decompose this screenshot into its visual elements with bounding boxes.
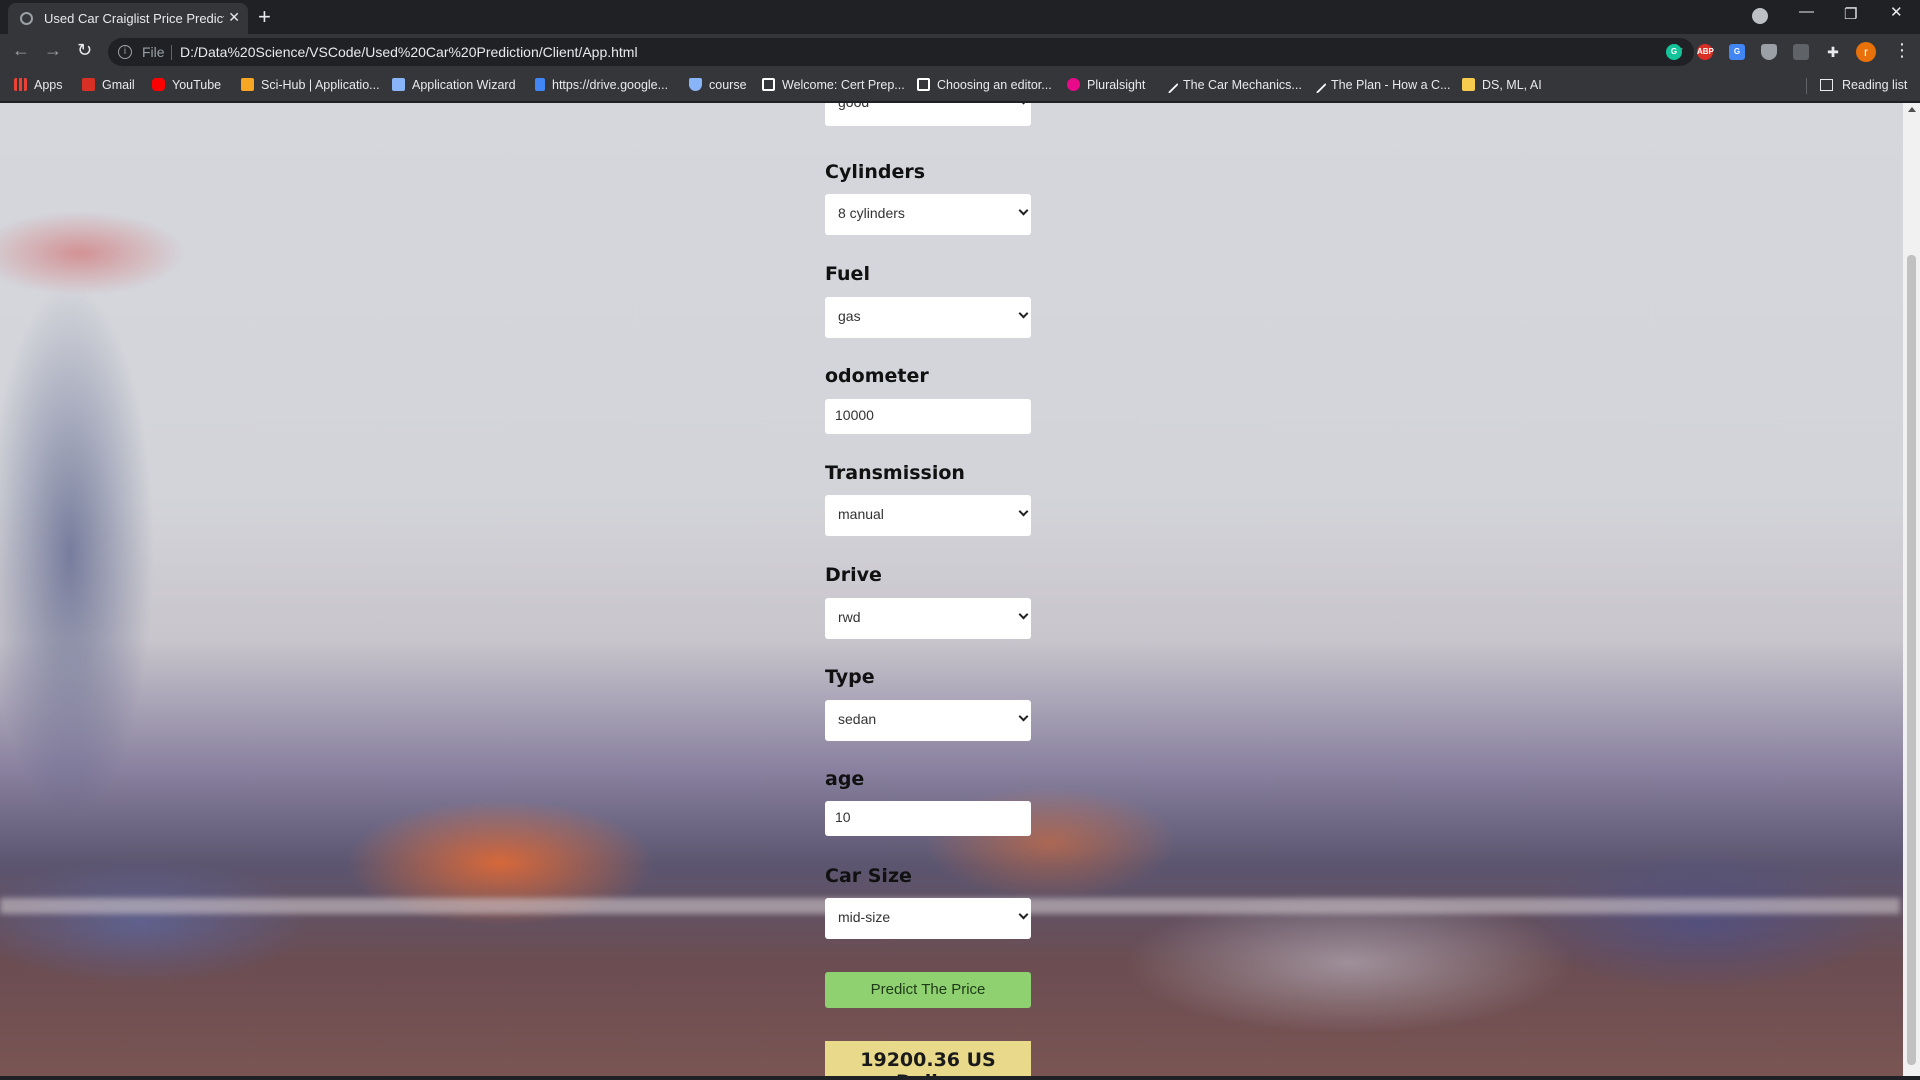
type-select[interactable]: sedan (825, 700, 1031, 741)
bookmark-cert-prep[interactable]: Welcome: Cert Prep... (762, 78, 905, 92)
restore-icon[interactable]: ❐ (1844, 5, 1857, 23)
shield-extension-icon[interactable] (1761, 44, 1777, 60)
bookmark-folder-ds-ml-ai[interactable]: DS, ML, AI (1462, 78, 1542, 92)
chevron-down-icon (1018, 205, 1029, 216)
wrench-icon (1160, 75, 1179, 94)
pluralsight-icon (1067, 78, 1080, 91)
transmission-label: Transmission (825, 462, 965, 484)
bookmark-car-mechanics[interactable]: The Car Mechanics... (1160, 75, 1302, 94)
age-input[interactable]: 10 (825, 801, 1031, 836)
url-scheme: File (142, 44, 165, 60)
bookmark-gmail[interactable]: Gmail (82, 78, 135, 92)
odometer-label: odometer (825, 365, 929, 387)
new-tab-button[interactable]: + (258, 4, 271, 30)
youtube-icon (152, 78, 165, 91)
bookmark-course[interactable]: course (689, 78, 747, 92)
window-bottom-edge (0, 1076, 1920, 1080)
fuel-select[interactable]: gas (825, 297, 1031, 338)
bookmark-separator (1806, 78, 1807, 94)
scihub-icon (241, 78, 254, 91)
condition-select[interactable]: good (825, 103, 1031, 126)
apps-grid-icon (14, 78, 27, 91)
age-label: age (825, 768, 865, 790)
chevron-down-icon (1018, 609, 1029, 620)
bookmark-apps[interactable]: Apps (14, 78, 63, 92)
page-viewport: good Cylinders 8 cylinders Fuel gas odom… (0, 103, 1920, 1080)
browser-tab[interactable]: Used Car Craiglist Price Prediction ✕ (8, 3, 248, 34)
browser-toolbar: ← → ↻ i File D:/Data%20Science/VSCode/Us… (0, 34, 1920, 70)
chevron-down-icon (1018, 711, 1029, 722)
close-tab-icon[interactable]: ✕ (228, 9, 240, 26)
grammarly-icon[interactable]: G (1666, 44, 1682, 60)
type-label: Type (825, 666, 875, 688)
tab-strip: Used Car Craiglist Price Prediction ✕ + … (0, 0, 1920, 34)
docs-icon (535, 78, 545, 91)
extension-badge-icon[interactable] (1793, 44, 1809, 60)
chevron-down-icon (1018, 506, 1029, 517)
scroll-up-icon[interactable] (1908, 107, 1916, 112)
minimize-icon[interactable]: — (1799, 3, 1814, 20)
reading-list-icon (1820, 79, 1833, 91)
predict-button[interactable]: Predict The Price (825, 972, 1031, 1008)
reload-icon[interactable]: ↻ (77, 40, 92, 61)
gmail-icon (82, 78, 95, 91)
predicted-price-result: 19200.36 US Dollar (825, 1041, 1031, 1080)
page-favicon-icon (20, 12, 33, 25)
reading-list-button[interactable]: Reading list (1820, 78, 1907, 92)
video-icon (762, 78, 775, 91)
car-size-label: Car Size (825, 865, 912, 887)
bookmark-the-plan[interactable]: The Plan - How a C... (1308, 75, 1451, 94)
page-scrollbar[interactable] (1903, 103, 1920, 1080)
tab-title: Used Car Craiglist Price Prediction (44, 11, 224, 26)
cylinders-select[interactable]: 8 cylinders (825, 194, 1031, 235)
odometer-input[interactable]: 10000 (825, 399, 1031, 434)
extensions-puzzle-icon[interactable]: ✚ (1825, 44, 1841, 60)
url-text[interactable]: D:/Data%20Science/VSCode/Used%20Car%20Pr… (180, 44, 638, 60)
tab-search-icon[interactable] (1752, 8, 1768, 24)
cylinders-label: Cylinders (825, 161, 926, 183)
chevron-down-icon (1018, 909, 1029, 920)
forward-icon[interactable]: → (44, 40, 62, 61)
bookmarks-bar: Apps Gmail YouTube Sci-Hub | Applicatio.… (0, 70, 1920, 102)
drive-label: Drive (825, 564, 882, 586)
folder-icon (1462, 78, 1475, 91)
chevron-down-icon (1018, 308, 1029, 319)
video-icon (917, 78, 930, 91)
wizard-icon (392, 78, 405, 91)
transmission-select[interactable]: manual (825, 495, 1031, 536)
scrollbar-thumb[interactable] (1907, 255, 1916, 1065)
shield-icon (689, 78, 702, 91)
bookmark-application-wizard[interactable]: Application Wizard (392, 78, 516, 92)
back-icon[interactable]: ← (12, 40, 30, 61)
car-size-select[interactable]: mid-size (825, 898, 1031, 939)
profile-avatar[interactable]: r (1856, 42, 1876, 62)
wrench-icon (1308, 75, 1327, 94)
translate-icon[interactable]: G (1729, 44, 1745, 60)
browser-menu-icon[interactable]: ⋮ (1893, 40, 1911, 61)
site-info-icon[interactable]: i (118, 45, 132, 59)
bookmark-scihub[interactable]: Sci-Hub | Applicatio... (241, 78, 380, 92)
bookmark-drive[interactable]: https://drive.google... (535, 78, 668, 92)
chevron-down-icon (1018, 103, 1029, 105)
address-bar[interactable]: i File D:/Data%20Science/VSCode/Used%20C… (108, 38, 1694, 66)
bookmark-choosing-editor[interactable]: Choosing an editor... (917, 78, 1052, 92)
bookmark-pluralsight[interactable]: Pluralsight (1067, 78, 1145, 92)
window-close-icon[interactable]: ✕ (1890, 3, 1903, 21)
url-divider (171, 45, 172, 60)
adblock-icon[interactable]: ABP (1697, 44, 1714, 60)
bookmark-youtube[interactable]: YouTube (152, 78, 221, 92)
fuel-label: Fuel (825, 263, 870, 285)
drive-select[interactable]: rwd (825, 598, 1031, 639)
